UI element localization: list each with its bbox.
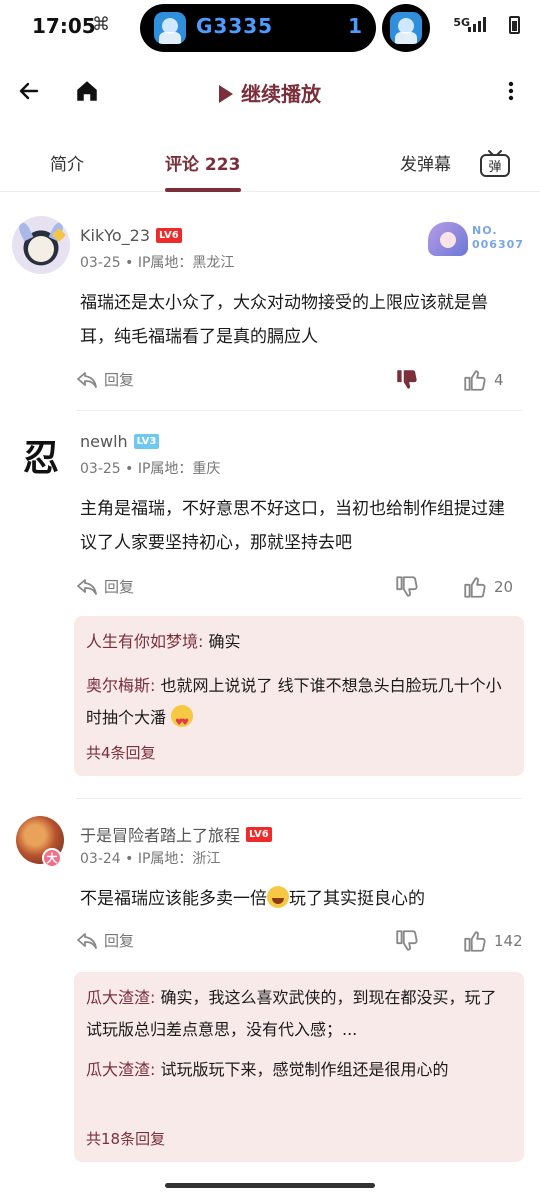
send-danmaku-button[interactable]: 发弹幕 [400,150,451,175]
view-all-replies-link[interactable]: 共4条回复 [86,742,156,763]
view-all-replies-link[interactable]: 共18条回复 [86,1128,165,1149]
laugh-emoji-icon [267,886,289,908]
more-options-button[interactable] [494,74,528,108]
reply-button[interactable]: 回复 [76,576,134,597]
reply-label: 回复 [104,371,135,389]
dislike-button[interactable] [394,574,420,604]
reply-label: 回复 [104,578,135,596]
thumbs-up-icon [464,577,486,598]
thumbs-up-icon [464,370,486,391]
avatar[interactable]: 忍 [12,426,70,484]
danmaku-tv-icon: 弹 [480,150,510,177]
comment-meta: 03-24 • IP属地：浙江 [80,851,221,867]
dynamic-island-secondary[interactable] [382,4,430,52]
comment-username[interactable]: KikYo_23 LV6 [80,226,182,245]
island-count: 1 [348,14,362,38]
svg-text:弹: 弹 [488,160,501,175]
signal-icon [468,16,486,32]
dislike-button[interactable] [394,367,420,397]
divider [76,798,522,799]
continue-play-button[interactable]: 继续播放 [0,78,540,107]
reply-icon [77,578,97,595]
reply-author[interactable]: 人生有你如梦境: [86,632,203,651]
reply-preview-item: 奥尔梅斯: 也就网上说说了 线下谁不想急头白脸玩几十个小时抽个大潘 [86,670,512,739]
reply-preview-box[interactable]: 人生有你如梦境: 确实 奥尔梅斯: 也就网上说说了 线下谁不想急头白脸玩几十个小… [74,616,524,776]
reply-preview-box[interactable]: 瓜大渣渣: 确实，我这么喜欢武侠的，到现在都没买，玩了试玩版总归差点意思，没有代… [74,972,524,1162]
comment-username[interactable]: 于是冒险者踏上了旅程 LV6 [80,822,272,846]
comment-meta: 03-25 • IP属地：黑龙江 [80,255,235,271]
username-text: 于是冒险者踏上了旅程 [80,826,241,845]
status-time: 17:05 [32,14,96,38]
play-icon [219,85,233,103]
island-label: G3335 [196,14,274,38]
username-text: KikYo_23 [80,226,150,245]
divider [76,410,522,411]
danmaku-toggle-button[interactable]: 弹 [478,146,512,180]
dynamic-island[interactable]: G3335 1 [140,4,376,52]
comment-meta: 03-25 • IP属地：重庆 [80,461,221,477]
app-icon [390,12,422,44]
like-button[interactable]: 142 [462,928,523,954]
like-count: 4 [494,371,504,389]
fan-badge: NO. 006307 [428,220,528,260]
level-badge: LV6 [156,228,182,243]
thumbs-down-icon [396,576,418,597]
avatar-badge: 大 [42,848,62,868]
thumbs-down-filled-icon [397,370,417,389]
reply-preview-item: 瓜大渣渣: 试玩版玩下来，感觉制作组还是很用心的 [86,1054,512,1086]
tab-comments[interactable]: 评论 223 [165,150,240,175]
avatar-glyph: 忍 [22,437,59,479]
comment-actions: 回复 20 [76,574,516,604]
reply-text: 确实 [203,632,241,651]
comment-username[interactable]: newlh LV3 [80,432,160,451]
thumbs-up-icon [464,931,486,952]
comment-actions: 回复 142 [76,928,523,958]
like-count: 142 [494,932,523,950]
reply-text: 试玩版玩下来，感觉制作组还是很用心的 [155,1060,449,1079]
level-badge: LV3 [133,434,160,449]
app-bar: 继续播放 [0,60,540,122]
app-icon [154,12,186,44]
like-button[interactable]: 20 [462,574,513,600]
status-bar: 17:05 ⌘ G3335 1 5G [0,0,540,56]
reply-preview-item: 人生有你如梦境: 确实 [86,626,512,658]
comment-text: 福瑞还是太小众了，大众对动物接受的上限应该就是兽耳，纯毛福瑞看了是真的膈应人 [80,293,488,347]
tab-indicator [165,188,241,192]
reply-label: 回复 [104,932,135,950]
reply-button[interactable]: 回复 [76,930,134,951]
tab-bar: 简介 评论 223 发弹幕 弹 [0,134,540,192]
reply-button[interactable]: 回复 [76,369,134,390]
dislike-button[interactable] [394,928,420,958]
comment-text: 主角是福瑞，不好意思不好这口，当初也给制作组提过建议了人家要坚持初心，那就坚持去… [80,499,505,553]
network-icon: ⌘ [92,14,110,35]
continue-play-label: 继续播放 [241,82,321,106]
fan-badge-number: NO. 006307 [472,224,524,251]
like-button[interactable]: 4 [462,367,504,393]
reply-author[interactable]: 瓜大渣渣: [86,988,155,1007]
fan-badge-character-icon [428,222,468,256]
reply-icon [77,371,97,388]
heart-eyes-emoji-icon [171,705,194,739]
more-vertical-icon [508,81,514,101]
reply-icon [77,932,97,949]
comment-text-part: 玩了其实挺良心的 [289,889,425,909]
reply-author[interactable]: 瓜大渣渣: [86,1060,155,1079]
level-badge: LV6 [246,826,272,842]
reply-preview-item: 瓜大渣渣: 确实，我这么喜欢武侠的，到现在都没买，玩了试玩版总归差点意思，没有代… [86,982,512,1046]
username-text: newlh [80,432,128,451]
home-indicator[interactable] [165,1183,375,1188]
thumbs-down-icon [396,930,418,951]
comment-text: 不是福瑞应该能多卖一倍 玩了其实挺良心的 [80,882,520,916]
reply-author[interactable]: 奥尔梅斯: [86,676,155,695]
comment-text-part: 不是福瑞应该能多卖一倍 [80,889,267,909]
avatar[interactable] [12,216,70,274]
battery-icon [509,16,520,34]
tab-intro[interactable]: 简介 [50,150,84,175]
like-count: 20 [494,578,514,596]
comment-actions: 回复 4 [76,367,516,397]
